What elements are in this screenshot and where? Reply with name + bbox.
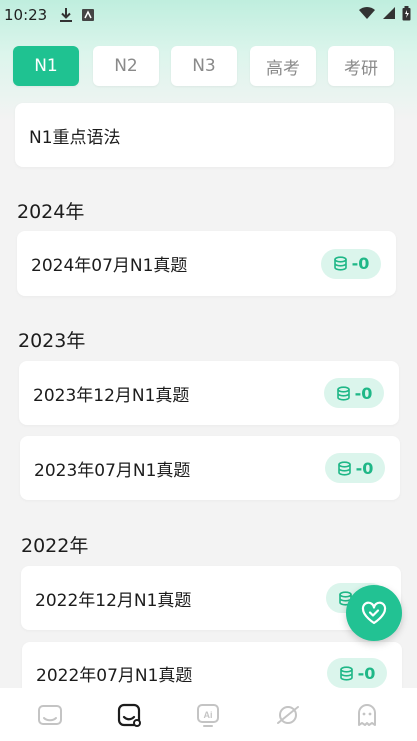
status-right-icons <box>358 5 411 25</box>
coin-stack-icon <box>339 665 353 681</box>
exam-item-2022-12[interactable]: 2022年12月N1真题 -0 <box>21 566 401 630</box>
bottom-nav: Ai <box>0 688 417 741</box>
exam-item-2023-12[interactable]: 2023年12月N1真题 -0 <box>19 361 399 425</box>
grammar-card[interactable]: N1重点语法 <box>15 103 394 167</box>
exam-icon <box>117 703 142 727</box>
exam-title: 2022年12月N1真题 <box>35 590 192 611</box>
heart-check-icon <box>361 601 387 625</box>
exam-title: 2024年07月N1真题 <box>31 256 188 276</box>
year-heading-2022: 2022年 <box>21 535 89 557</box>
tab-gaokao[interactable]: 高考 <box>250 46 316 86</box>
year-heading-2024: 2024年 <box>17 201 85 223</box>
nav-discover[interactable] <box>268 695 308 735</box>
cost-badge: -0 <box>325 453 385 483</box>
cost-value: -0 <box>354 383 373 403</box>
status-bar: 10:23 <box>0 0 417 30</box>
signal-icon <box>382 6 396 24</box>
exam-item-2023-07[interactable]: 2023年07月N1真题 -0 <box>20 436 400 500</box>
study-icon <box>37 704 62 725</box>
nav-study[interactable] <box>30 695 70 735</box>
tab-n1[interactable]: N1 <box>13 46 79 86</box>
svg-text:Ai: Ai <box>204 710 213 720</box>
planet-icon <box>276 705 299 724</box>
cost-value: -0 <box>351 254 370 273</box>
cost-badge: -0 <box>321 248 381 279</box>
exam-title: 2023年12月N1真题 <box>33 385 190 406</box>
nav-ai[interactable]: Ai <box>188 695 228 735</box>
nav-profile[interactable] <box>347 695 387 735</box>
tab-n3[interactable]: N3 <box>171 46 237 86</box>
profile-icon <box>358 703 377 726</box>
app-notification-icon <box>81 8 95 22</box>
coin-stack-icon <box>333 256 347 271</box>
coin-stack-icon <box>336 385 350 401</box>
exam-item-2024-07[interactable]: 2024年07月N1真题 -0 <box>17 231 396 296</box>
tab-n2[interactable]: N2 <box>93 46 159 86</box>
grammar-card-label: N1重点语法 <box>29 127 121 148</box>
tab-kaoyan[interactable]: 考研 <box>328 46 394 86</box>
status-time: 10:23 <box>4 6 48 24</box>
cost-badge: -0 <box>327 658 387 688</box>
cost-badge: -0 <box>324 378 384 408</box>
wifi-icon <box>358 6 376 24</box>
level-tabs: N1 N2 N3 高考 考研 <box>13 46 403 88</box>
coin-stack-icon <box>337 460 351 476</box>
cost-value: -0 <box>357 663 376 683</box>
battery-icon <box>402 5 411 25</box>
download-icon <box>59 7 73 23</box>
exam-title: 2022年07月N1真题 <box>36 665 193 686</box>
year-heading-2023: 2023年 <box>18 330 86 352</box>
exam-title: 2023年07月N1真题 <box>34 460 191 481</box>
nav-exam[interactable] <box>109 695 149 735</box>
ai-icon: Ai <box>197 703 220 727</box>
cost-value: -0 <box>355 458 374 478</box>
favorites-button[interactable] <box>346 585 402 641</box>
